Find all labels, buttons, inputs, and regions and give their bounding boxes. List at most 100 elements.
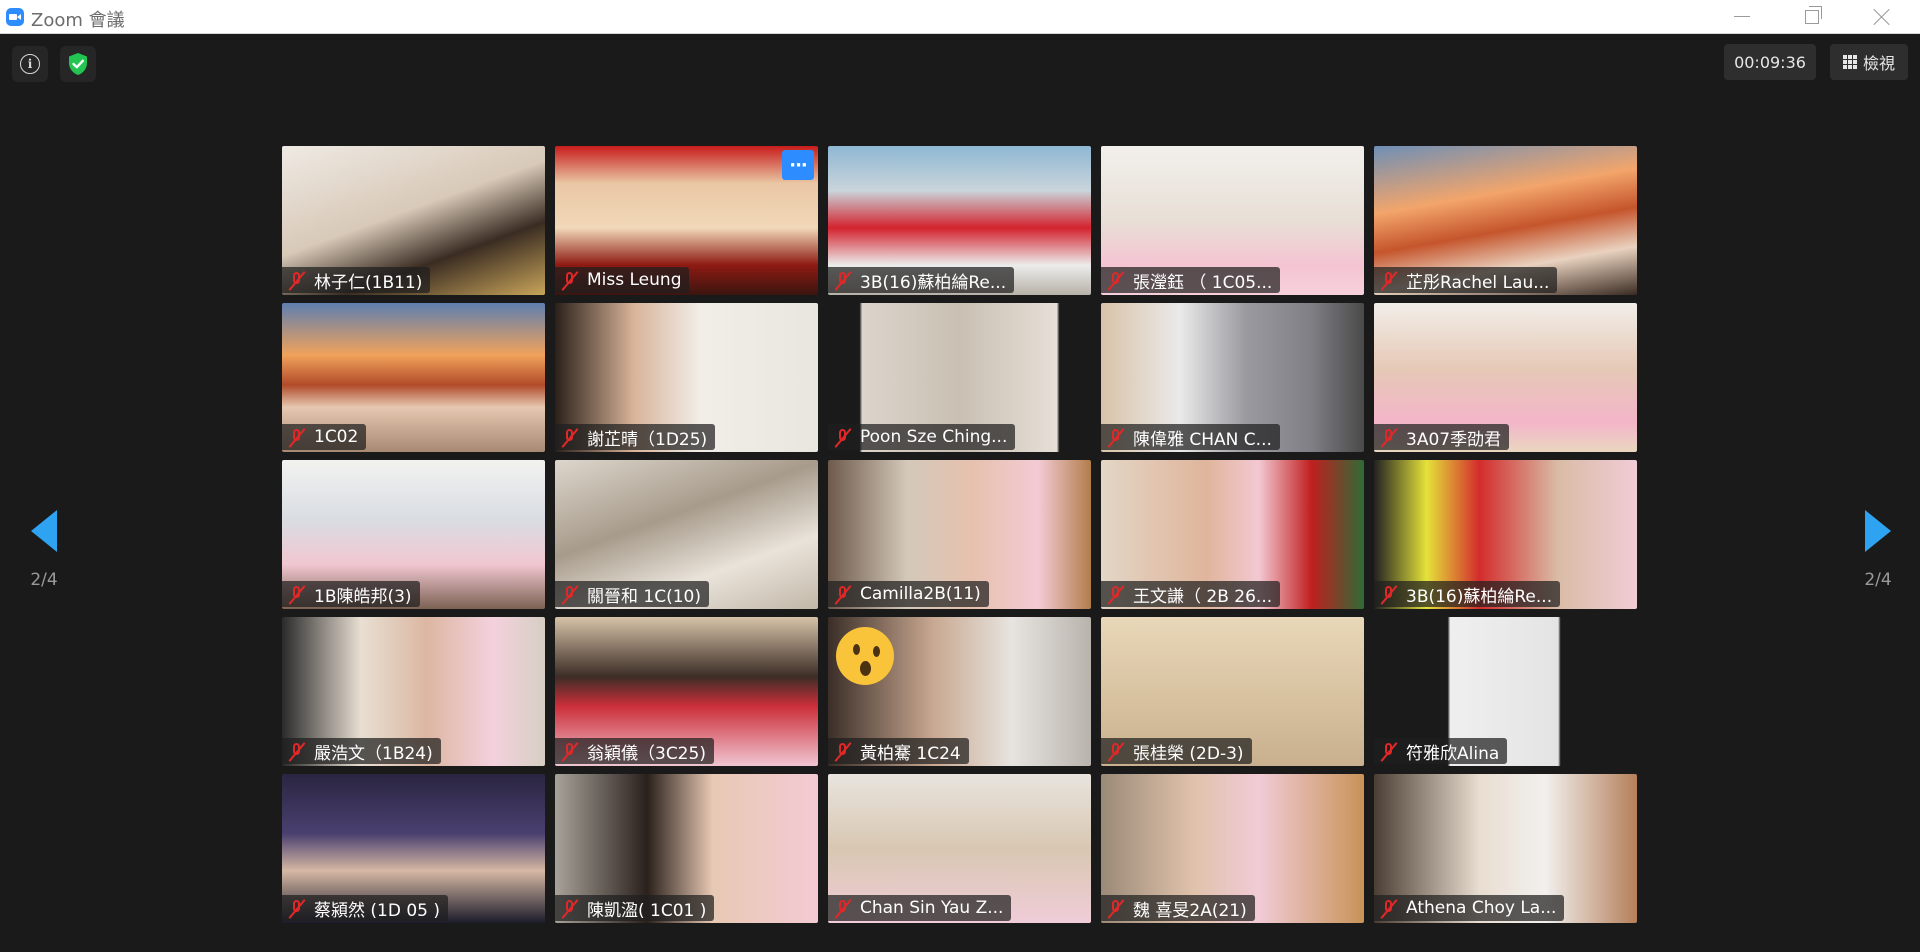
minimize-button[interactable] [1712,0,1772,33]
participant-name-tag: 張桂榮 (2D-3) [1101,738,1252,764]
participant-name-tag: 謝芷晴（1D25) [555,424,716,450]
microphone-muted-icon [1378,897,1400,919]
participant-name: 張桂榮 (2D-3) [1133,743,1244,764]
zoom-app-icon [6,8,24,26]
minimize-icon [1734,16,1750,17]
participant-name-tag: 3B(16)蘇柏綸Re... [1374,581,1561,607]
participant-video-tile[interactable]: 符雅欣Alina [1374,617,1637,766]
gallery-grid: 林子仁(1B11) ··· Miss Leung 3B(16)蘇柏綸Re... 張瀅鈺 … [282,146,1637,923]
participant-video-tile[interactable]: 陳偉雅 CHAN C... [1101,303,1364,452]
participant-name: 關晉和 1C(10) [587,586,701,607]
right-arrow-icon[interactable] [1865,510,1891,552]
participant-name: Athena Choy La... [1406,898,1557,918]
participant-video-tile[interactable]: 張瀅鈺 （ 1C05... [1101,146,1364,295]
microphone-muted-icon [1378,740,1400,762]
participant-video-tile[interactable]: 陳凱溋( 1C01 ) [555,774,818,923]
participant-video-tile[interactable]: 謝芷晴（1D25) [555,303,818,452]
participant-name: 翁穎儀（3C25) [587,743,706,764]
close-icon [1873,8,1891,26]
participant-video-tile[interactable]: 1C02 [282,303,545,452]
participant-video-tile[interactable]: 翁穎儀（3C25) [555,617,818,766]
participant-video-tile[interactable]: Poon Sze Ching... [828,303,1091,452]
participant-name: Miss Leung [587,270,682,290]
participant-video-tile[interactable]: 張桂榮 (2D-3) [1101,617,1364,766]
microphone-muted-icon [286,740,308,762]
left-arrow-icon[interactable] [31,510,57,552]
microphone-muted-icon [559,583,581,605]
more-options-button[interactable]: ··· [782,150,814,180]
participant-video-tile[interactable]: 魏 喜旻2A(21) [1101,774,1364,923]
participant-name: 黃柏騫 1C24 [860,743,961,764]
participant-name-tag: 芷彤Rachel Lau... [1374,267,1558,293]
microphone-muted-icon [286,269,308,291]
participant-video-tile[interactable]: ··· Miss Leung [555,146,818,295]
microphone-muted-icon [832,426,854,448]
microphone-muted-icon [286,426,308,448]
participant-name-tag: 黃柏騫 1C24 [828,738,969,764]
view-label: 檢視 [1862,54,1895,73]
participant-name: 陳凱溋( 1C01 ) [587,900,707,921]
participant-name: 陳偉雅 CHAN C... [1133,429,1272,450]
page-indicator-left: 2/4 [30,570,58,590]
participant-video-tile[interactable]: 1B陳皓邦(3) [282,460,545,609]
participant-video-tile[interactable]: 王文謙（ 2B 26... [1101,460,1364,609]
participant-name: 3A07季劭君 [1406,429,1502,450]
participant-name-tag: 張瀅鈺 （ 1C05... [1101,267,1281,293]
microphone-muted-icon [1378,426,1400,448]
microphone-muted-icon [286,583,308,605]
participant-name: 林子仁(1B11) [314,272,423,293]
meeting-timer: 00:09:36 [1724,44,1816,80]
microphone-muted-icon [832,583,854,605]
participant-video-tile[interactable]: Chan Sin Yau Z... [828,774,1091,923]
participant-name-tag: 林子仁(1B11) [282,267,431,293]
participant-name-tag: Camilla2B(11) [828,581,989,607]
microphone-muted-icon [1105,583,1127,605]
next-page-nav[interactable]: 2/4 [1848,510,1908,590]
microphone-muted-icon [1105,897,1127,919]
participant-video-tile[interactable]: Camilla2B(11) [828,460,1091,609]
participant-name-tag: Miss Leung [555,267,690,293]
restore-button[interactable] [1782,0,1842,33]
participant-name: 1C02 [314,427,359,447]
participant-video-tile[interactable]: 3B(16)蘇柏綸Re... [828,146,1091,295]
participant-name: 符雅欣Alina [1406,743,1500,764]
previous-page-nav[interactable]: 2/4 [14,510,74,590]
microphone-muted-icon [559,740,581,762]
surprised-face-emoji [836,627,894,685]
participant-video-tile[interactable]: Athena Choy La... [1374,774,1637,923]
view-button[interactable]: 檢視 [1830,44,1908,80]
participant-name-tag: Poon Sze Ching... [828,424,1016,450]
microphone-muted-icon [559,897,581,919]
participant-video-tile[interactable]: 林子仁(1B11) [282,146,545,295]
participant-video-tile[interactable]: 3B(16)蘇柏綸Re... [1374,460,1637,609]
microphone-muted-icon [559,269,581,291]
participant-name: 謝芷晴（1D25) [587,429,708,450]
title-bar: Zoom 會議 [0,0,1920,34]
participant-video-tile[interactable]: 蔡潁然 (1D 05 ) [282,774,545,923]
meeting-info-button[interactable]: i [12,46,48,82]
participant-video-tile[interactable]: 3A07季劭君 [1374,303,1637,452]
participant-name-tag: 3B(16)蘇柏綸Re... [828,267,1015,293]
page-indicator-right: 2/4 [1864,570,1892,590]
security-button[interactable] [60,46,96,82]
microphone-muted-icon [832,269,854,291]
participant-video-tile[interactable]: 嚴浩文（1B24) [282,617,545,766]
microphone-muted-icon [1378,269,1400,291]
participant-name-tag: 陳偉雅 CHAN C... [1101,424,1280,450]
participant-video-tile[interactable]: 黃柏騫 1C24 [828,617,1091,766]
participant-name: 魏 喜旻2A(21) [1133,900,1247,921]
participant-name-tag: 陳凱溋( 1C01 ) [555,895,715,921]
participant-name-tag: 3A07季劭君 [1374,424,1510,450]
info-icon: i [20,54,40,74]
shield-check-icon [69,53,87,75]
participant-name-tag: 嚴浩文（1B24) [282,738,441,764]
participant-video-tile[interactable]: 關晉和 1C(10) [555,460,818,609]
participant-name: Chan Sin Yau Z... [860,898,1004,918]
participant-video-tile[interactable]: 芷彤Rachel Lau... [1374,146,1637,295]
participant-name-tag: 符雅欣Alina [1374,738,1508,764]
grid-icon [1842,55,1857,69]
participant-name-tag: 蔡潁然 (1D 05 ) [282,895,449,921]
close-button[interactable] [1852,0,1912,33]
participant-name: 3B(16)蘇柏綸Re... [1406,586,1553,607]
participant-name: 蔡潁然 (1D 05 ) [314,900,441,921]
